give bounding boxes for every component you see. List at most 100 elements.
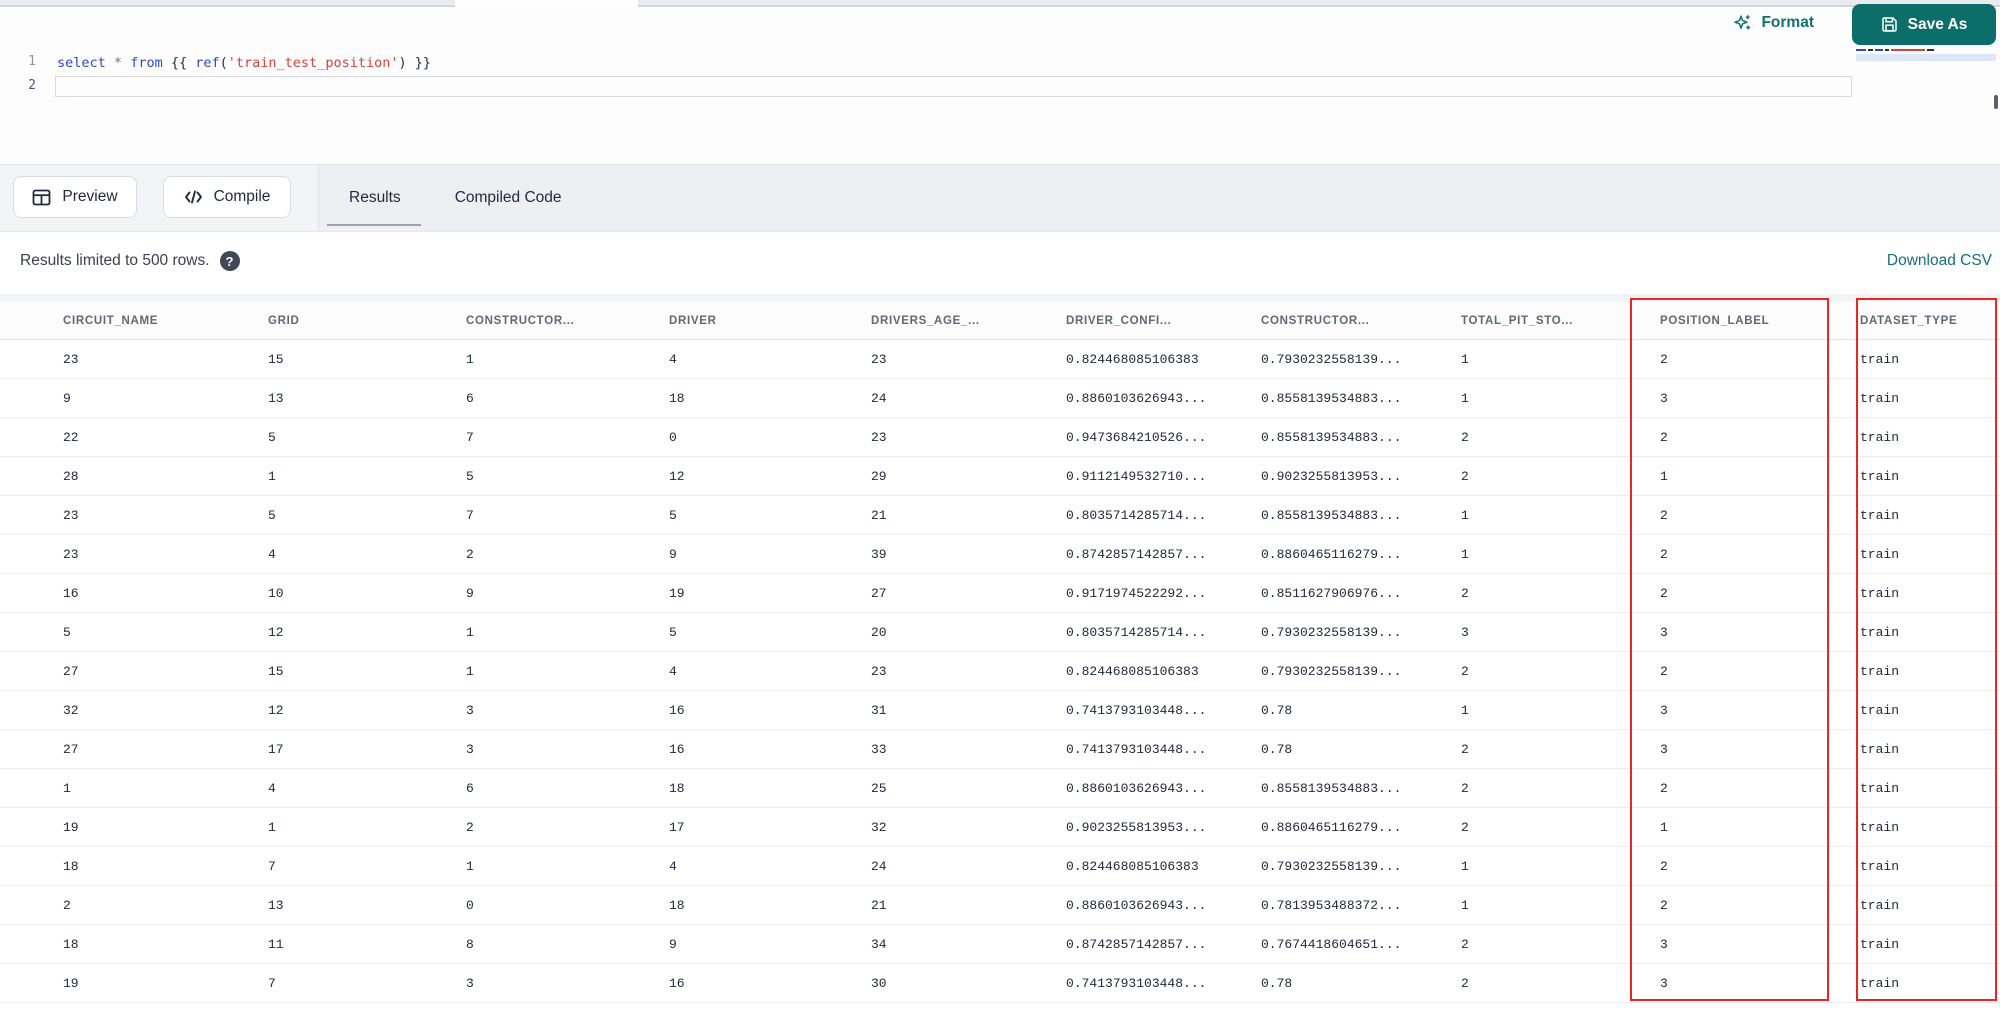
- table-cell: 2: [1461, 975, 1469, 991]
- table-cell: train: [1860, 468, 1900, 484]
- table-cell: 2: [466, 546, 474, 562]
- table-cell: train: [1860, 936, 1900, 952]
- code-token: {{: [170, 55, 196, 71]
- table-cell: train: [1860, 585, 1900, 601]
- column-header[interactable]: GRID: [268, 315, 466, 327]
- table-cell: 3: [1660, 702, 1668, 718]
- results-toolbar: Preview Compile Results Compiled Code: [0, 164, 2000, 232]
- column-header[interactable]: DRIVER: [669, 315, 871, 327]
- save-as-button[interactable]: Save As: [1852, 4, 1996, 45]
- table-cell: 3: [1660, 624, 1668, 640]
- table-cell: 21: [871, 897, 887, 913]
- preview-button[interactable]: Preview: [13, 176, 137, 218]
- table-cell: 17: [669, 819, 685, 835]
- table-row: 9 13 6 18 24 0.8860103626943... 0.855813953488…: [0, 379, 2000, 418]
- table-cell: train: [1860, 507, 1900, 523]
- column-header[interactable]: CIRCUIT_NAME: [63, 315, 268, 327]
- editor-minimap[interactable]: [1856, 48, 1996, 61]
- column-header[interactable]: TOTAL_PIT_STO...: [1461, 315, 1660, 327]
- table-cell: 0.7930232558139...: [1261, 663, 1402, 679]
- column-header[interactable]: DRIVERS_AGE_...: [871, 315, 1066, 327]
- code-token: 'train_test_position': [227, 55, 399, 71]
- table-cell: 23: [63, 507, 79, 523]
- table-row: 5 12 1 5 20 0.8035714285714... 0.7930232558139…: [0, 613, 2000, 652]
- table-cell: 0.7930232558139...: [1261, 351, 1402, 367]
- sql-editor[interactable]: 1 2 select * from {{ ref('train_test_pos…: [0, 7, 2000, 164]
- table-cell: 25: [871, 780, 887, 796]
- format-label: Format: [1761, 14, 1814, 31]
- table-cell: 1: [1461, 897, 1469, 913]
- table-cell: 2: [1461, 936, 1469, 952]
- column-header[interactable]: DRIVER_CONFI...: [1066, 315, 1261, 327]
- table-cell: 3: [466, 975, 474, 991]
- table-cell: 0.7813953488372...: [1261, 897, 1402, 913]
- column-header[interactable]: POSITION_LABEL: [1660, 315, 1860, 327]
- table-cell: 18: [669, 390, 685, 406]
- table-cell: 0: [466, 897, 474, 913]
- table-cell: 2: [1660, 585, 1668, 601]
- table-cell: 0.8511627906976...: [1261, 585, 1402, 601]
- code-line[interactable]: select * from {{ ref('train_test_positio…: [57, 53, 431, 73]
- tab-compiled-code[interactable]: Compiled Code: [455, 183, 562, 213]
- minimap-segment: [1885, 48, 1889, 51]
- table-cell: 1: [466, 624, 474, 640]
- minimap-segment: [1891, 48, 1925, 51]
- table-cell: 8: [466, 936, 474, 952]
- row-limit-text: Results limited to 500 rows.: [20, 252, 210, 269]
- active-file-tab[interactable]: [455, 0, 638, 7]
- table-cell: 0.8860465116279...: [1261, 546, 1402, 562]
- table-cell: 0.9023255813953...: [1261, 468, 1402, 484]
- table-cell: 9: [669, 546, 677, 562]
- compile-button[interactable]: Compile: [163, 176, 291, 218]
- active-line-highlight[interactable]: [55, 76, 1852, 97]
- help-icon[interactable]: ?: [219, 251, 240, 271]
- row-limit-note: Results limited to 500 rows. ?: [20, 251, 240, 271]
- table-cell: train: [1860, 351, 1900, 367]
- minimap-segment: [1856, 48, 1866, 51]
- minimap-viewport: [1856, 54, 1996, 61]
- table-row: 16 10 9 19 27 0.9171974522292... 0.85116279069…: [0, 574, 2000, 613]
- table-cell: 2: [1461, 741, 1469, 757]
- table-cell: 7: [466, 429, 474, 445]
- table-cell: 16: [669, 975, 685, 991]
- table-cell: 5: [466, 468, 474, 484]
- table-cell: 13: [268, 390, 284, 406]
- table-cell: 2: [466, 819, 474, 835]
- table-row: 18 7 1 4 24 0.824468085106383 0.7930232558139.…: [0, 847, 2000, 886]
- table-cell: 2: [63, 897, 71, 913]
- table-cell: 24: [871, 858, 887, 874]
- format-button[interactable]: Format: [1734, 14, 1814, 32]
- table-cell: 2: [1461, 585, 1469, 601]
- minimap-segment: [1875, 48, 1883, 51]
- column-header[interactable]: DATASET_TYPE: [1860, 315, 2000, 327]
- table-cell: 12: [669, 468, 685, 484]
- column-header[interactable]: CONSTRUCTOR...: [466, 315, 669, 327]
- table-cell: 18: [669, 897, 685, 913]
- table-icon: [32, 188, 51, 207]
- column-header[interactable]: CONSTRUCTOR...: [1261, 315, 1461, 327]
- table-cell: train: [1860, 858, 1900, 874]
- table-cell: 27: [63, 663, 79, 679]
- tab-compiled-code-label: Compiled Code: [454, 189, 562, 206]
- table-cell: 0.8035714285714...: [1066, 507, 1207, 523]
- table-cell: 4: [669, 858, 677, 874]
- download-csv-link[interactable]: Download CSV: [1887, 252, 1992, 270]
- table-cell: 3: [466, 702, 474, 718]
- tab-strip-segment: [638, 0, 2000, 7]
- minimap-code-line: [1856, 48, 1996, 51]
- table-cell: 0.8742857142857...: [1066, 936, 1207, 952]
- table-cell: 0.8558139534883...: [1261, 429, 1402, 445]
- editor-scrollbar[interactable]: [1994, 95, 1998, 109]
- table-cell: 2: [1660, 780, 1668, 796]
- table-cell: 32: [63, 702, 79, 718]
- table-cell: 0.8558139534883...: [1261, 780, 1402, 796]
- tab-results[interactable]: Results: [327, 183, 421, 226]
- table-cell: train: [1860, 702, 1900, 718]
- results-table: CIRCUIT_NAME GRID CONSTRUCTOR... DRIVER DRIV…: [0, 294, 2000, 1020]
- table-cell: 0.78: [1261, 702, 1293, 718]
- table-row: 28 1 5 12 29 0.9112149532710... 0.902325581395…: [0, 457, 2000, 496]
- table-cell: 13: [268, 897, 284, 913]
- table-body: 23 15 1 4 23 0.824468085106383 0.7930232558139…: [0, 340, 2000, 1003]
- table-cell: 32: [871, 819, 887, 835]
